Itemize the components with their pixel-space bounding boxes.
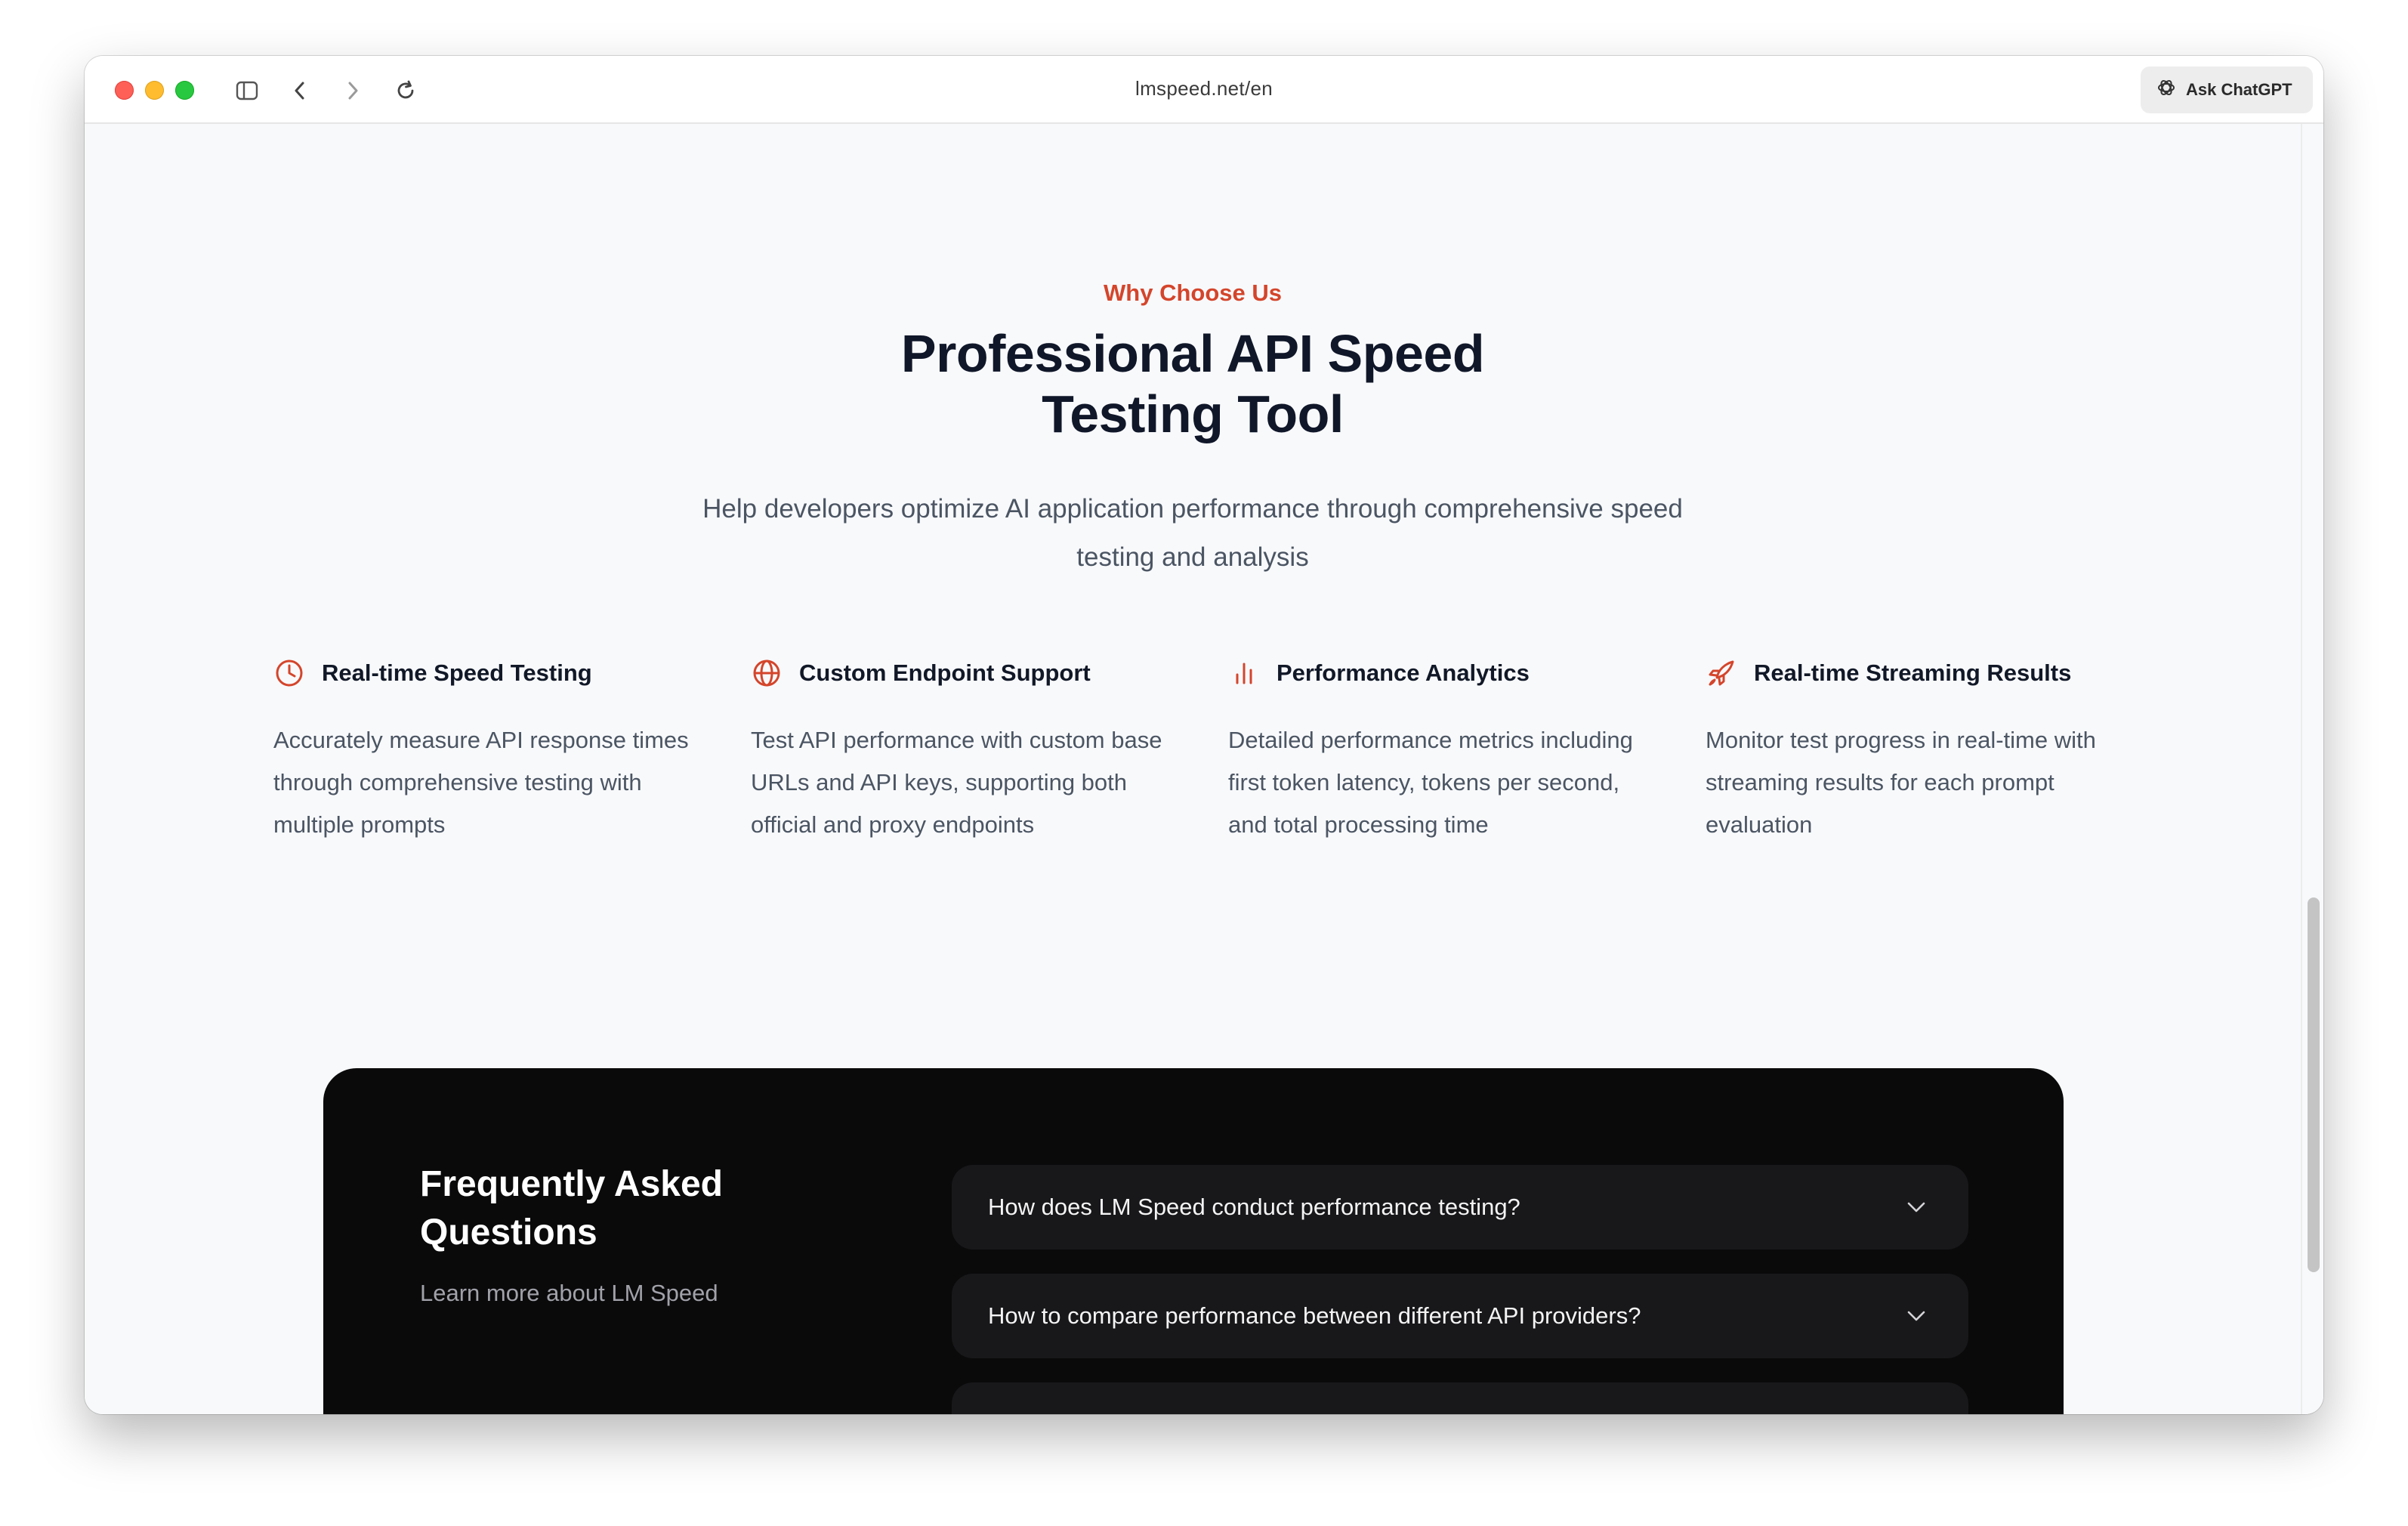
globe-icon — [751, 657, 783, 689]
faq-section: Frequently Asked Questions Learn more ab… — [323, 1068, 2064, 1414]
faq-question-text: How to compare performance between diffe… — [988, 1302, 1641, 1329]
browser-window: lmspeed.net/en Ask ChatGPT Why Choose Us… — [85, 56, 2323, 1414]
faq-question-text: How does LM Speed conduct performance te… — [988, 1194, 1520, 1220]
feature-description: Monitor test progress in real-time with … — [1706, 727, 2096, 838]
browser-toolbar: lmspeed.net/en Ask ChatGPT — [85, 56, 2323, 124]
section-eyebrow: Why Choose Us — [1104, 280, 1282, 306]
faq-question[interactable]: How does LM Speed conduct performance te… — [952, 1165, 1968, 1250]
rocket-icon — [1706, 657, 1737, 689]
feature-title: Real-time Streaming Results — [1754, 660, 2072, 686]
feature-description: Detailed performance metrics including f… — [1228, 727, 1633, 838]
feature-card: Performance Analytics Detailed performan… — [1228, 656, 1651, 846]
page-content: Why Choose Us Professional API Speed Tes… — [85, 125, 2301, 1414]
faq-title: Frequently Asked Questions — [420, 1164, 723, 1253]
scrollbar-thumb[interactable] — [2308, 897, 2320, 1272]
chevron-down-icon — [1905, 1305, 1928, 1327]
features-grid: Real-time Speed Testing Accurately measu… — [85, 656, 2301, 852]
faq-subtitle: Learn more about LM Speed — [420, 1280, 718, 1306]
faq-question[interactable]: How to compare performance between diffe… — [952, 1274, 1968, 1358]
feature-description: Test API performance with custom base UR… — [751, 727, 1162, 838]
ask-chatgpt-label: Ask ChatGPT — [2186, 80, 2292, 99]
feature-title: Performance Analytics — [1277, 660, 1530, 686]
ask-chatgpt-button[interactable]: Ask ChatGPT — [2141, 66, 2313, 113]
bar-chart-icon — [1228, 657, 1260, 689]
clock-icon — [273, 657, 305, 689]
feature-card: Real-time Speed Testing Accurately measu… — [273, 656, 696, 846]
section-subheading: Help developers optimize AI application … — [702, 494, 1683, 572]
page-scrollbar[interactable] — [2301, 124, 2323, 1414]
feature-description: Accurately measure API response times th… — [273, 727, 689, 838]
chatgpt-icon — [2156, 77, 2177, 103]
address-bar[interactable]: lmspeed.net/en — [85, 77, 2323, 100]
feature-card: Custom Endpoint Support Test API perform… — [751, 656, 1174, 846]
feature-title: Custom Endpoint Support — [799, 660, 1091, 686]
feature-title: Real-time Speed Testing — [322, 660, 592, 686]
feature-card: Real-time Streaming Results Monitor test… — [1706, 656, 2129, 846]
faq-question[interactable] — [952, 1382, 1968, 1414]
section-heading: Professional API Speed Testing Tool — [900, 324, 1485, 443]
chevron-down-icon — [1905, 1196, 1928, 1219]
